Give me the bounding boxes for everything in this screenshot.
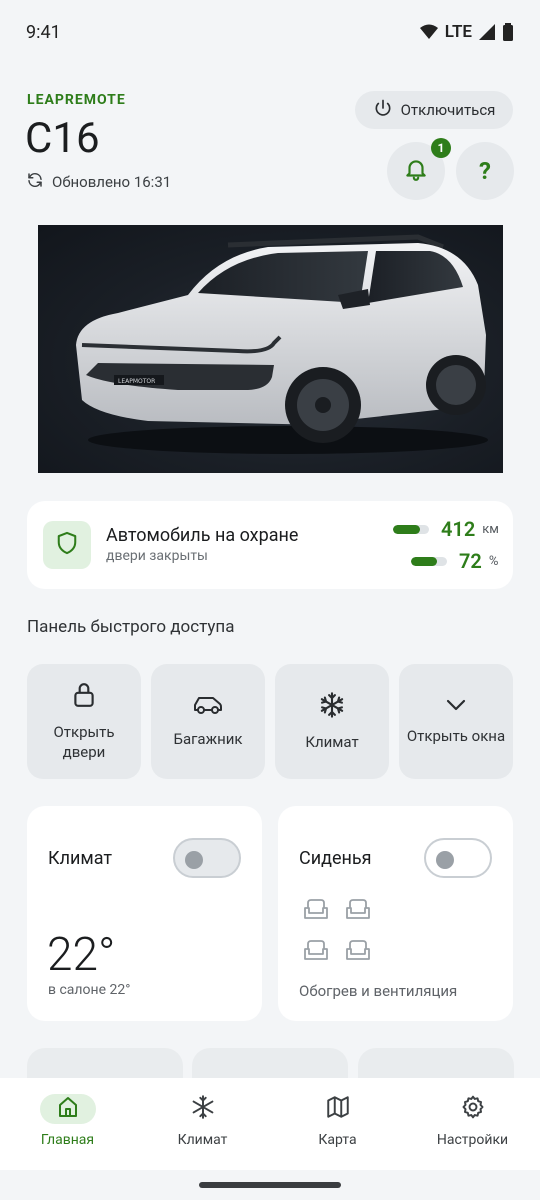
security-title: Автомобиль на охране bbox=[106, 525, 299, 546]
climate-toggle[interactable] bbox=[173, 838, 241, 878]
open-doors-label: Открыть двери bbox=[53, 722, 115, 762]
signal-icon bbox=[478, 23, 496, 41]
network-label: LTE bbox=[444, 22, 472, 42]
seats-toggle[interactable] bbox=[424, 838, 492, 878]
snowflake-icon bbox=[190, 1094, 216, 1124]
range-bar bbox=[393, 524, 429, 534]
gear-icon bbox=[460, 1094, 486, 1124]
gesture-handle[interactable] bbox=[199, 1182, 341, 1188]
home-icon bbox=[56, 1095, 80, 1123]
update-status[interactable]: Обновлено 16:31 bbox=[26, 171, 171, 193]
open-windows-button[interactable]: Открыть окна bbox=[399, 664, 513, 779]
trunk-label: Багажник bbox=[173, 730, 243, 748]
seats-tile-title: Сиденья bbox=[299, 848, 372, 869]
nav-home[interactable]: Главная bbox=[0, 1094, 135, 1148]
nav-map-label: Карта bbox=[318, 1132, 357, 1148]
nav-settings-indicator bbox=[445, 1094, 501, 1124]
nav-climate[interactable]: Климат bbox=[135, 1094, 270, 1148]
seats-subtitle: Обогрев и вентиляция bbox=[299, 982, 458, 1000]
nav-climate-indicator bbox=[175, 1094, 231, 1124]
security-status bbox=[43, 521, 91, 569]
battery-bar bbox=[411, 556, 447, 566]
range-value: 412 bbox=[441, 517, 476, 541]
quick-panel-title: Панель быстрого доступа bbox=[27, 617, 235, 637]
security-subtitle: двери закрыты bbox=[106, 548, 208, 564]
plate-text: LEAPMOTOR bbox=[118, 378, 155, 385]
toggle-knob bbox=[436, 851, 454, 869]
battery-value: 72 bbox=[459, 549, 482, 573]
battery-unit: % bbox=[488, 553, 499, 569]
nav-map-indicator bbox=[310, 1094, 366, 1124]
range-meter: 412 км bbox=[393, 517, 499, 541]
nav-settings[interactable]: Настройки bbox=[405, 1094, 540, 1148]
shield-icon bbox=[56, 531, 78, 559]
open-windows-label: Открыть окна bbox=[406, 726, 506, 745]
status-bar: 9:41 LTE bbox=[0, 0, 540, 64]
open-doors-button[interactable]: Открыть двери bbox=[27, 664, 141, 779]
car-image: LEAPMOTOR bbox=[38, 225, 503, 473]
climate-tile[interactable]: Климат 22° в салоне 22° bbox=[27, 806, 262, 1021]
range-bar-fill bbox=[393, 524, 420, 534]
power-icon bbox=[373, 98, 393, 122]
seat-icon bbox=[344, 939, 372, 967]
vehicle-status-card[interactable]: Автомобиль на охране двери закрыты 412 к… bbox=[27, 501, 513, 589]
nav-home-indicator bbox=[39, 1094, 96, 1124]
toggle-knob bbox=[185, 851, 203, 869]
nav-settings-label: Настройки bbox=[436, 1132, 509, 1148]
lock-icon bbox=[71, 681, 97, 714]
help-button[interactable]: ? bbox=[456, 142, 514, 200]
disconnect-button[interactable]: Отключиться bbox=[355, 91, 513, 129]
map-icon bbox=[325, 1094, 351, 1124]
climate-quick-label: Климат bbox=[305, 733, 359, 751]
wifi-icon bbox=[419, 24, 439, 40]
climate-tile-title: Климат bbox=[48, 848, 113, 869]
range-unit: км bbox=[482, 521, 499, 537]
brand-label: LEAPREMOTE bbox=[27, 92, 126, 108]
updated-label: Обновлено 16:31 bbox=[52, 173, 172, 191]
battery-bar-fill bbox=[411, 556, 437, 566]
bell-icon bbox=[403, 156, 429, 186]
climate-quick-button[interactable]: Климат bbox=[275, 664, 389, 779]
battery-icon bbox=[502, 23, 514, 41]
cabin-temperature: в салоне 22° bbox=[48, 982, 131, 998]
nav-climate-label: Климат bbox=[177, 1132, 228, 1148]
seat-icon bbox=[344, 898, 372, 926]
car-name: C16 bbox=[25, 114, 100, 163]
temperature-value: 22° bbox=[47, 928, 116, 982]
seat-icon bbox=[302, 898, 330, 926]
nav-map[interactable]: Карта bbox=[270, 1094, 405, 1148]
snowflake-icon bbox=[318, 691, 346, 724]
notification-badge: 1 bbox=[431, 138, 451, 158]
car-icon bbox=[193, 694, 223, 721]
seat-icon bbox=[302, 939, 330, 967]
bottom-navigation: Главная Климат Карта Настройки bbox=[0, 1078, 540, 1170]
nav-home-label: Главная bbox=[40, 1132, 95, 1148]
trunk-button[interactable]: Багажник bbox=[151, 664, 265, 779]
seats-tile[interactable]: Сиденья Обогрев и вентиляция bbox=[278, 806, 513, 1021]
disconnect-label: Отключиться bbox=[400, 101, 496, 119]
status-time: 9:41 bbox=[26, 21, 61, 43]
chevron-down-icon bbox=[445, 697, 467, 717]
refresh-icon bbox=[26, 171, 44, 193]
status-icons: LTE bbox=[419, 22, 514, 42]
seat-layout bbox=[302, 898, 372, 967]
battery-meter: 72 % bbox=[411, 549, 498, 573]
